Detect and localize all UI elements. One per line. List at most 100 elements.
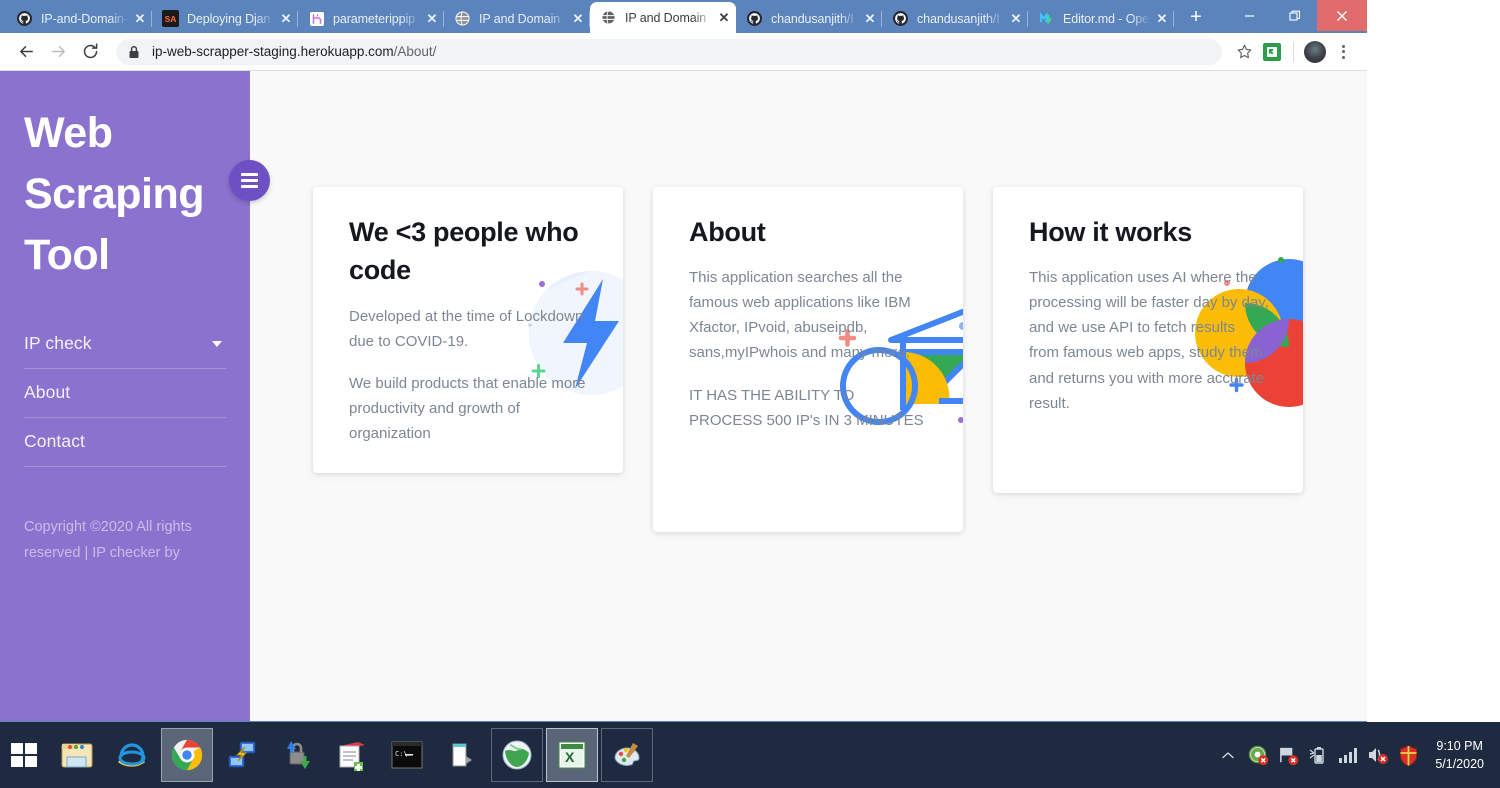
- antivirus-icon[interactable]: [1246, 743, 1270, 767]
- close-icon[interactable]: ✕: [1008, 11, 1024, 27]
- close-window-button[interactable]: [1317, 0, 1367, 31]
- url-text: ip-web-scrapper-staging.herokuapp.com/Ab…: [152, 44, 436, 59]
- tab-title: IP and Domain: [625, 10, 707, 25]
- tab-title: chandusanjith/I: [771, 11, 854, 26]
- tab-title: Deploying Djan: [187, 11, 271, 26]
- taskbar-item-text-document[interactable]: [436, 728, 488, 782]
- battery-icon[interactable]: [1306, 743, 1330, 767]
- url-domain: ip-web-scrapper-staging.herokuapp.com: [152, 44, 394, 59]
- card-paragraph: We build products that enable more produ…: [349, 374, 586, 442]
- clock-time: 9:10 PM: [1436, 738, 1483, 753]
- clock[interactable]: 9:10 PM 5/1/2020: [1435, 737, 1484, 773]
- card-paragraph: IT HAS THE ABILITY TO PROCESS 500 IP's I…: [689, 386, 924, 429]
- forward-button[interactable]: [42, 36, 74, 68]
- tab-strip: IP-and-Domain- ✕ SA Deploying Djan ✕ par…: [0, 0, 1367, 33]
- card-body: This application uses AI where the proce…: [1029, 265, 1269, 415]
- close-icon[interactable]: ✕: [132, 11, 148, 27]
- close-icon[interactable]: ✕: [424, 11, 440, 27]
- heroku-icon: [308, 10, 325, 27]
- browser-tab[interactable]: chandusanjith/I ✕: [736, 4, 882, 33]
- close-icon[interactable]: ✕: [1154, 11, 1170, 27]
- extension-icon[interactable]: [1258, 38, 1286, 66]
- sidebar-item-ip-check[interactable]: IP check: [24, 320, 226, 370]
- system-tray: 9:10 PM 5/1/2020: [1213, 722, 1500, 788]
- bookmark-star-icon[interactable]: [1230, 38, 1258, 66]
- taskbar-item-web-browser[interactable]: [491, 728, 543, 782]
- sidebar: Web Scraping Tool IP check About Contact…: [0, 71, 250, 721]
- card-how-it-works: How it works This application uses AI wh…: [993, 187, 1303, 493]
- taskbar-item-notepad-plus-plus[interactable]: [326, 728, 378, 782]
- browser-toolbar: ip-web-scrapper-staging.herokuapp.com/Ab…: [0, 33, 1367, 71]
- stackabuse-icon: SA: [162, 10, 179, 27]
- browser-tab[interactable]: Editor.md - Ope ✕: [1028, 4, 1174, 33]
- start-button[interactable]: [0, 722, 48, 788]
- card-body: This application searches all the famous…: [689, 265, 929, 432]
- browser-tab[interactable]: IP-and-Domain- ✕: [6, 4, 152, 33]
- browser-tab[interactable]: IP and Domain ✕: [444, 4, 590, 33]
- action-center-icon[interactable]: [1276, 743, 1300, 767]
- card-title: We <3 people who code: [349, 217, 579, 286]
- taskbar-item-secure-transfer[interactable]: [271, 728, 323, 782]
- network-signal-icon[interactable]: [1336, 743, 1360, 767]
- card-paragraph: This application uses AI where the proce…: [1029, 269, 1269, 412]
- sidebar-item-contact[interactable]: Contact: [24, 418, 226, 468]
- taskbar-item-excel[interactable]: X: [546, 728, 598, 782]
- taskbar-item-internet-explorer[interactable]: [106, 728, 158, 782]
- card-paragraph: Developed at the time of Lockdown due to…: [349, 307, 584, 350]
- maximize-button[interactable]: [1272, 0, 1317, 31]
- taskbar-item-command-prompt[interactable]: C:\: [381, 728, 433, 782]
- new-tab-button[interactable]: +: [1182, 3, 1210, 31]
- close-icon[interactable]: ✕: [570, 11, 586, 27]
- taskbar-item-paint[interactable]: [601, 728, 653, 782]
- svg-text:X: X: [565, 749, 575, 765]
- hamburger-bar: [241, 173, 258, 176]
- reload-button[interactable]: [74, 36, 106, 68]
- tab-title: IP and Domain: [479, 11, 561, 26]
- profile-avatar[interactable]: [1301, 38, 1329, 66]
- browser-tab[interactable]: parameterippip ✕: [298, 4, 444, 33]
- github-icon: [892, 10, 909, 27]
- chevron-down-icon[interactable]: [212, 341, 222, 348]
- sidebar-item-label: Contact: [24, 431, 86, 452]
- close-icon[interactable]: ✕: [862, 11, 878, 27]
- minimize-button[interactable]: [1227, 0, 1272, 31]
- show-hidden-icons-button[interactable]: [1216, 743, 1240, 767]
- tab-title: chandusanjith/I: [917, 11, 1000, 26]
- tab-title: Editor.md - Ope: [1063, 11, 1150, 26]
- hamburger-menu-button[interactable]: [229, 160, 270, 201]
- card-body: Developed at the time of Lockdown due to…: [349, 304, 589, 446]
- copyright-text: Copyright ©2020 All rights reserved | IP…: [24, 519, 192, 561]
- browser-tab[interactable]: SA Deploying Djan ✕: [152, 4, 298, 33]
- globe-icon: [600, 9, 617, 26]
- card-title: How it works: [1029, 217, 1192, 247]
- tab-title: parameterippip: [333, 11, 415, 26]
- clock-date: 5/1/2020: [1435, 757, 1484, 771]
- hamburger-bar: [241, 185, 258, 188]
- toolbar-divider: [1293, 41, 1294, 62]
- browser-tab[interactable]: chandusanjith/I ✕: [882, 4, 1028, 33]
- github-icon: [16, 10, 33, 27]
- card-title: About: [689, 217, 766, 247]
- volume-muted-icon[interactable]: [1366, 743, 1390, 767]
- taskbar-item-network-connection[interactable]: [216, 728, 268, 782]
- cards-area: We <3 people who code Developed at the t…: [250, 71, 1367, 721]
- sidebar-item-about[interactable]: About: [24, 369, 226, 419]
- tab-title: IP-and-Domain-: [41, 11, 128, 26]
- hamburger-bar: [241, 179, 258, 182]
- security-shield-icon[interactable]: [1396, 743, 1420, 767]
- back-button[interactable]: [10, 36, 42, 68]
- close-icon[interactable]: ✕: [278, 11, 294, 27]
- close-icon[interactable]: ✕: [716, 10, 732, 26]
- browser-tab-active[interactable]: IP and Domain ✕: [590, 2, 736, 33]
- editormd-icon: [1038, 10, 1055, 27]
- chrome-menu-button[interactable]: [1329, 38, 1357, 66]
- taskbar-item-file-explorer[interactable]: [51, 728, 103, 782]
- address-bar[interactable]: ip-web-scrapper-staging.herokuapp.com/Ab…: [116, 38, 1222, 65]
- card-about: About This application searches all the …: [653, 187, 963, 532]
- brand-title: Web Scraping Tool: [24, 109, 205, 280]
- url-path: /About/: [393, 44, 437, 59]
- lock-icon: [128, 45, 142, 59]
- sidebar-nav: IP check About Contact: [24, 320, 226, 468]
- taskbar-item-google-chrome[interactable]: [161, 728, 213, 782]
- avatar: [1304, 40, 1326, 63]
